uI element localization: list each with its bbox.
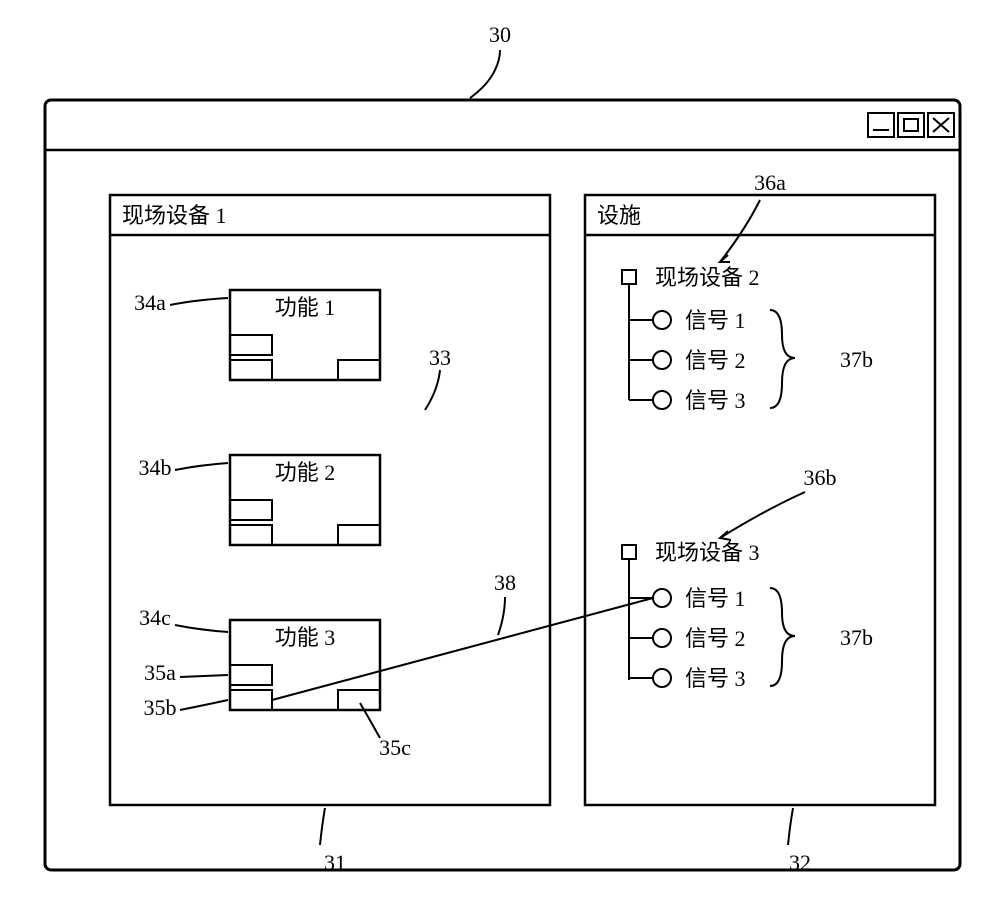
maximize-button[interactable]: [898, 113, 924, 137]
ref-window: 30: [489, 22, 511, 47]
block3-port-35c[interactable]: [338, 690, 380, 710]
diagram-root: 30 现场设备 1 设施 功能 1 功能 2: [0, 0, 1000, 923]
right-panel: [585, 195, 935, 805]
block3-port-35b[interactable]: [230, 690, 272, 710]
ref-35c: 35c: [379, 735, 411, 760]
ref-37b-bottom: 37b: [840, 625, 873, 650]
block1-port-left-upper[interactable]: [230, 335, 272, 355]
brace-37b-top: [770, 310, 795, 408]
ref-38: 38: [494, 570, 516, 595]
tree-device-2: 现场设备 2 信号 1 信号 2 信号 3: [622, 265, 760, 413]
ref-35b: 35b: [144, 695, 177, 720]
tree-node-square-icon[interactable]: [622, 270, 636, 284]
ref-35a: 35a: [144, 660, 176, 685]
function-block-2-label: 功能 2: [275, 460, 336, 485]
tree-device3-signal2[interactable]: 信号 2: [685, 626, 746, 651]
block1-port-right[interactable]: [338, 360, 380, 380]
ref-34c: 34c: [139, 605, 171, 630]
tree-signal-icon[interactable]: [653, 629, 671, 647]
function-block-1[interactable]: 功能 1: [230, 290, 380, 380]
block2-port-left-upper[interactable]: [230, 500, 272, 520]
ref-31: 31: [324, 850, 346, 875]
tree-signal-icon[interactable]: [653, 351, 671, 369]
ref-37b-top: 37b: [840, 347, 873, 372]
tree-signal-icon[interactable]: [653, 589, 671, 607]
ref-36a: 36a: [754, 170, 786, 195]
block3-port-35a[interactable]: [230, 665, 272, 685]
function-block-1-label: 功能 1: [275, 295, 336, 320]
tree-device-3-title[interactable]: 现场设备 3: [655, 540, 760, 565]
ref-34b: 34b: [139, 455, 172, 480]
tree-device3-signal3[interactable]: 信号 3: [685, 666, 746, 691]
minimize-button[interactable]: [868, 113, 894, 137]
function-block-2[interactable]: 功能 2: [230, 455, 380, 545]
tree-device-3: 现场设备 3 信号 1 信号 2 信号 3: [622, 540, 760, 691]
left-panel-title: 现场设备 1: [122, 203, 227, 228]
ref-34a: 34a: [134, 290, 166, 315]
tree-signal-icon[interactable]: [653, 391, 671, 409]
ref-32: 32: [789, 850, 811, 875]
tree-node-square-icon[interactable]: [622, 545, 636, 559]
tree-device3-signal1[interactable]: 信号 1: [685, 586, 746, 611]
tree-signal-icon[interactable]: [653, 669, 671, 687]
block1-port-left-lower[interactable]: [230, 360, 272, 380]
ref-36b: 36b: [804, 465, 837, 490]
brace-37b-bottom: [770, 588, 795, 686]
tree-device2-signal2[interactable]: 信号 2: [685, 348, 746, 373]
right-panel-title: 设施: [597, 203, 641, 228]
tree-device-2-title[interactable]: 现场设备 2: [655, 265, 760, 290]
ref-33: 33: [429, 345, 451, 370]
tree-signal-icon[interactable]: [653, 311, 671, 329]
block2-port-right[interactable]: [338, 525, 380, 545]
window-controls: [868, 113, 954, 137]
tree-device2-signal1[interactable]: 信号 1: [685, 308, 746, 333]
function-block-3[interactable]: 功能 3: [230, 620, 380, 710]
function-block-3-label: 功能 3: [275, 625, 336, 650]
block2-port-left-lower[interactable]: [230, 525, 272, 545]
tree-device2-signal3[interactable]: 信号 3: [685, 388, 746, 413]
leader-30: [470, 50, 500, 98]
